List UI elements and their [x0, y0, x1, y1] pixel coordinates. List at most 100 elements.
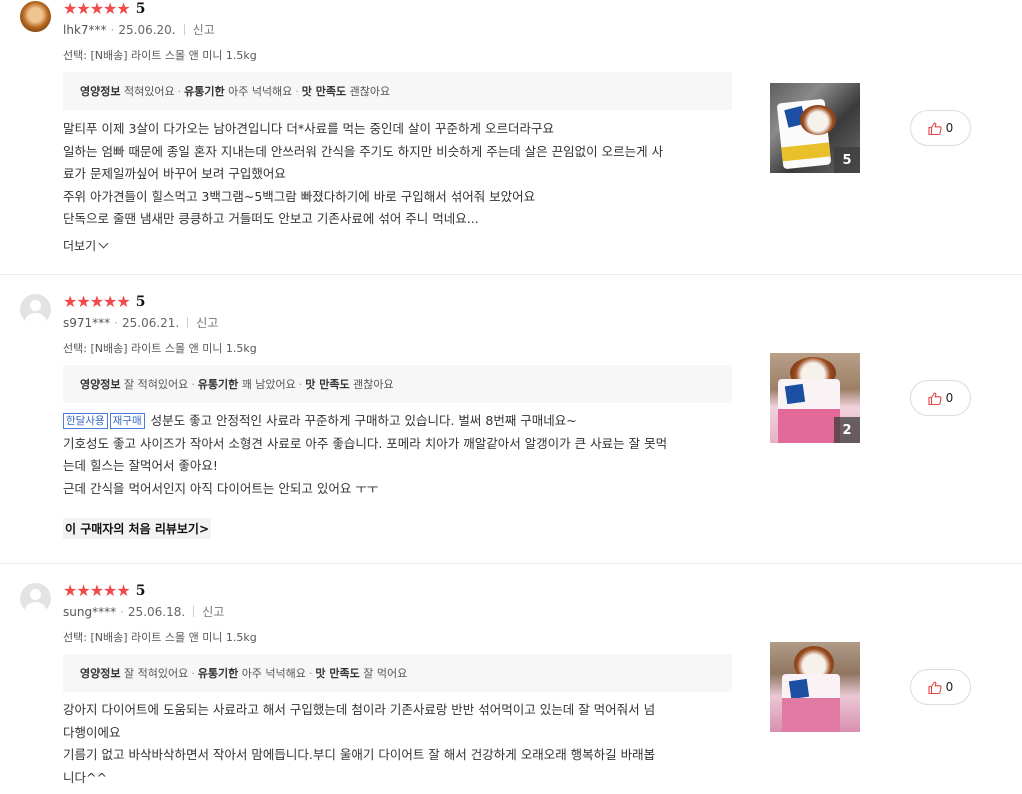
- report-link[interactable]: 신고: [202, 603, 224, 620]
- star-icon: ★: [76, 0, 90, 18]
- like-button[interactable]: 0: [910, 380, 971, 416]
- attr-value: 잘 먹어요: [363, 667, 408, 680]
- chevron-down-icon: [98, 238, 109, 249]
- review-meta: lhk7*** · 25.06.20. 신고: [63, 21, 215, 38]
- separator-dot: ·: [110, 22, 115, 37]
- star-icon: ★: [89, 292, 104, 311]
- review-line: 기호성도 좋고 사이즈가 작아서 소형견 사료로 아주 좋습니다. 포메라 치아…: [63, 435, 668, 451]
- star-icon: ★: [103, 0, 117, 18]
- star-icon: ★: [116, 0, 130, 18]
- thumbs-up-icon: [928, 121, 942, 135]
- avatar[interactable]: [20, 583, 51, 614]
- star-icon: ★: [116, 581, 130, 600]
- star-icon: ★: [63, 292, 77, 311]
- thumbs-up-icon: [928, 680, 942, 694]
- badge-repurchase: 재구매: [109, 413, 145, 429]
- rating-score: 5: [135, 583, 146, 599]
- review-text: 한달사용 재구매 성분도 좋고 안정적인 사료라 꾸준하게 구매하고 있습니다. …: [63, 410, 733, 500]
- review-attributes: 영양정보 잘 적혀있어요 · 유통기한 아주 넉넉해요 · 맛 만족도 잘 먹어요: [63, 654, 732, 692]
- review-date: 25.06.20.: [118, 22, 176, 37]
- review-attributes: 영양정보 적혀있어요 · 유통기한 아주 넉넉해요 · 맛 만족도 괜찮아요: [63, 72, 732, 110]
- review-date: 25.06.21.: [121, 315, 180, 330]
- star-icon: ★: [63, 581, 77, 600]
- attr-key: 맛 만족도: [315, 667, 360, 680]
- avatar[interactable]: [20, 294, 51, 325]
- review-line: 료가 문제일까싶어 바꾸어 보려 구입했어요: [63, 166, 286, 181]
- review-meta: s971*** · 25.06.21. 신고: [63, 314, 218, 331]
- thumbs-up-icon: [928, 391, 942, 405]
- review-line: 강아지 다이어트에 도움되는 사료라고 해서 구입했는데 첨이라 기존사료랑 반…: [63, 702, 656, 717]
- star-rating: ★ ★ ★ ★ ★ 5: [63, 0, 146, 18]
- attr-key: 영양정보: [80, 667, 121, 680]
- like-count: 0: [945, 391, 954, 405]
- attr-key: 영양정보: [80, 85, 121, 98]
- review-line: 단독으로 줄땐 냄새만 킁킁하고 거들떠도 안보고 기존사료에 섞어 주니 먹네…: [63, 211, 479, 226]
- review-line: 주위 아가견들이 힐스먹고 3백그램~5백그람 빠졌다하기에 바로 구입해서 섞…: [63, 188, 536, 204]
- attr-value: 적혀있어요: [123, 85, 175, 98]
- reviewer-id: s971***: [63, 315, 111, 330]
- review-meta: sung**** · 25.06.18. 신고: [63, 603, 224, 620]
- attr-value: 잘 적혀있어요: [123, 378, 189, 391]
- badge-monthly-use: 한달사용: [63, 413, 108, 429]
- like-button[interactable]: 0: [910, 110, 971, 146]
- attr-value: 괜찮아요: [353, 378, 394, 391]
- rating-score: 5: [135, 294, 146, 310]
- purchase-option: 선택: [N배송] 라이트 스몰 앤 미니 1.5kg: [63, 631, 257, 644]
- attr-key: 맛 만족도: [305, 378, 350, 391]
- star-icon: ★: [89, 0, 104, 18]
- star-icon: ★: [63, 0, 77, 18]
- attr-value: 잘 적혀있어요: [123, 667, 189, 680]
- purchase-option: 선택: [N배송] 라이트 스몰 앤 미니 1.5kg: [63, 342, 257, 355]
- review-line: 한달사용 재구매 성분도 좋고 안정적인 사료라 꾸준하게 구매하고 있습니다. …: [63, 410, 733, 433]
- first-review-link[interactable]: 이 구매자의 처음 리뷰보기>: [63, 518, 212, 539]
- review-line: 근데 간식을 먹어서인지 아직 다이어트는 안되고 있어요 ㅜㅜ: [63, 480, 379, 496]
- reviewer-id: sung****: [63, 604, 117, 619]
- star-rating: ★ ★ ★ ★ ★ 5: [63, 581, 146, 600]
- rating-score: 5: [135, 1, 146, 17]
- attr-key: 맛 만족도: [301, 85, 347, 98]
- more-label: 더보기: [63, 239, 97, 253]
- reviewer-id: lhk7***: [63, 22, 107, 37]
- first-review-label: 이 구매자의 처음 리뷰보기: [65, 522, 199, 536]
- review-text: 강아지 다이어트에 도움되는 사료라고 해서 구입했는데 첨이라 기존사료랑 반…: [63, 699, 733, 789]
- divider: [193, 606, 195, 617]
- dog-image: [800, 105, 836, 135]
- review-photo[interactable]: 2: [770, 353, 860, 443]
- photo-count: 2: [834, 417, 860, 443]
- report-link[interactable]: 신고: [193, 21, 215, 38]
- review-photo[interactable]: 5: [770, 83, 860, 173]
- attr-value: 꽤 남았어요: [241, 378, 296, 391]
- review-line: 말티푸 이제 3살이 다가오는 남아견입니다 더*사료를 먹는 중인데 살이 꾸…: [63, 121, 554, 136]
- star-rating: ★ ★ ★ ★ ★ 5: [63, 292, 146, 311]
- divider: [0, 563, 1022, 564]
- star-icon: ★: [103, 581, 117, 600]
- divider: [0, 274, 1022, 275]
- star-icon: ★: [76, 581, 90, 600]
- star-icon: ★: [76, 292, 90, 311]
- chevron-right-icon: >: [198, 522, 210, 536]
- report-link[interactable]: 신고: [196, 314, 218, 331]
- like-button[interactable]: 0: [910, 669, 971, 705]
- photo-count: 5: [834, 147, 860, 173]
- divider: [187, 317, 189, 328]
- purchase-option: 선택: [N배송] 라이트 스몰 앤 미니 1.5kg: [63, 49, 257, 62]
- review-line: 니다^^: [63, 769, 107, 785]
- attr-value: 아주 넉넉해요: [228, 85, 293, 98]
- like-count: 0: [945, 121, 954, 135]
- review-photo[interactable]: [770, 642, 860, 732]
- attr-value: 아주 넉넉해요: [241, 667, 306, 680]
- attr-key: 유통기한: [197, 378, 239, 391]
- review-line: 다행이에요: [63, 724, 121, 740]
- star-icon: ★: [103, 292, 117, 311]
- review-line: 는데 힐스는 잘먹어서 좋아요!: [63, 458, 218, 473]
- review-line: 일하는 엄빠 때문에 종일 혼자 지내는데 안쓰러워 간식을 주기도 하지만 비…: [63, 143, 664, 159]
- divider: [183, 24, 185, 35]
- attr-key: 유통기한: [184, 85, 225, 98]
- separator-dot: ·: [114, 315, 118, 330]
- like-count: 0: [945, 680, 954, 694]
- more-button[interactable]: 더보기: [63, 237, 109, 254]
- product-bag-image: [778, 379, 840, 443]
- review-line-text: 성분도 좋고 안정적인 사료라 꾸준하게 구매하고 있습니다. 벌써 8번째 구…: [150, 413, 577, 428]
- avatar[interactable]: [20, 1, 51, 32]
- separator-dot: ·: [120, 604, 124, 619]
